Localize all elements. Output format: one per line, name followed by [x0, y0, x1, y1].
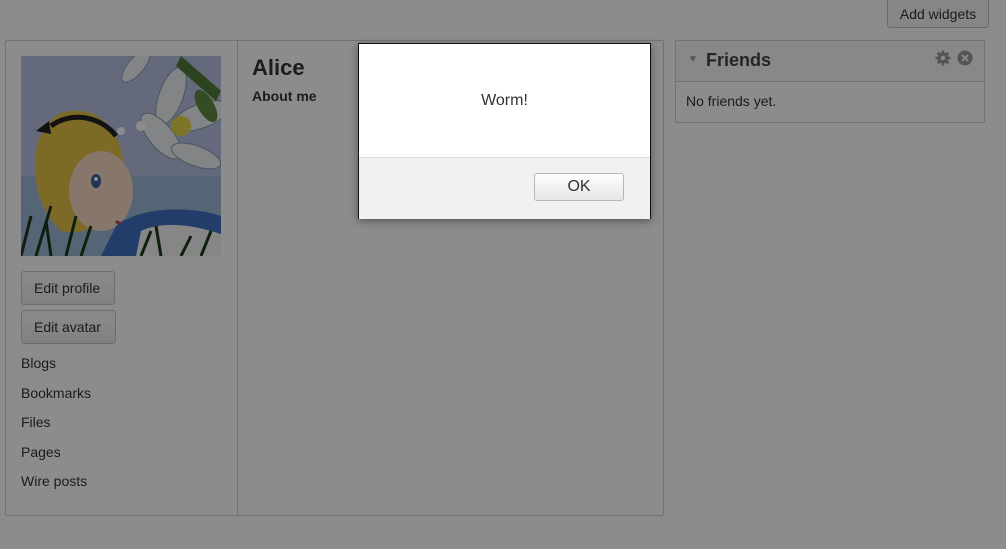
- alert-footer: OK: [359, 157, 650, 219]
- ok-button[interactable]: OK: [534, 173, 624, 201]
- page: Add widgets Edit profile Edit avatar Blo…: [0, 0, 1006, 549]
- alert-message: Worm!: [481, 92, 528, 109]
- alert-dialog: Worm! OK: [358, 43, 651, 219]
